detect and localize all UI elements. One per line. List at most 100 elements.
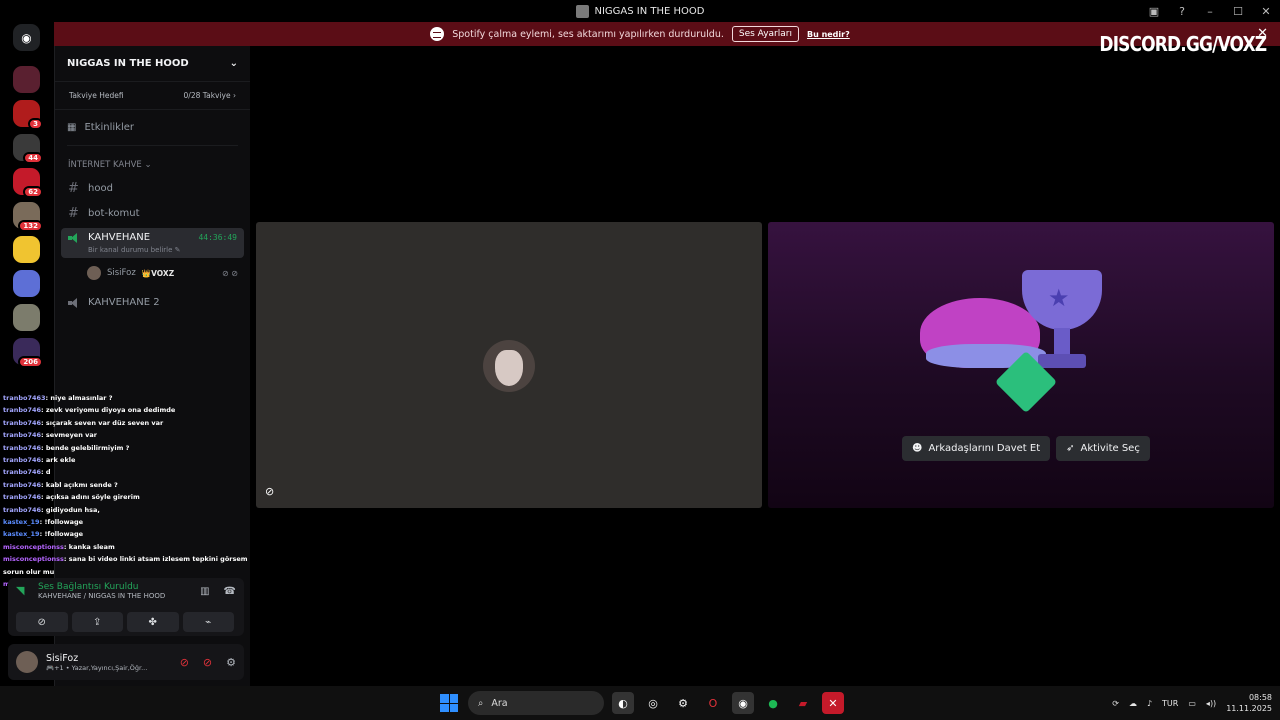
participant-avatar [483, 340, 535, 392]
taskbar-search[interactable]: ⌕ Ara [468, 691, 604, 715]
inbox-icon[interactable]: ▣ [1140, 5, 1168, 18]
member-name: SisiFoz [107, 268, 136, 278]
chat-message: tranbo746: ark ekle [0, 454, 256, 466]
chat-text: : açıksa adını söyle girerim [41, 493, 140, 502]
discord-home-icon[interactable]: ◉ [13, 24, 40, 51]
unread-badge: 62 [23, 186, 43, 198]
voice-status: Ses Bağlantısı Kuruldu [38, 582, 139, 592]
microphone-icon[interactable]: ♪ [1147, 699, 1152, 708]
unread-badge: 206 [18, 356, 43, 368]
chat-text: : kanka sleam [63, 542, 115, 551]
microphone-muted-icon[interactable]: ⊘ [180, 656, 189, 669]
app-icon-red[interactable]: ✕ [822, 692, 844, 714]
close-window-button[interactable]: ✕ [1252, 5, 1280, 18]
events-item[interactable]: ▦ Etkinlikler [67, 110, 238, 146]
server-icon[interactable]: 44 [13, 134, 43, 164]
discord-taskbar-icon[interactable]: ◉ [732, 692, 754, 714]
chat-message: tranbo746: zevk veriyomu diyoya ona dedi… [0, 404, 256, 416]
server-header[interactable]: NIGGAS IN THE HOOD ⌄ [55, 46, 250, 82]
server-icon[interactable] [13, 304, 40, 331]
server-icon[interactable] [13, 270, 40, 297]
calendar-icon: ▦ [67, 122, 77, 133]
voice-channel-kahvehane[interactable]: KAHVEHANE 44:36:49 Bir kanal durumu beli… [61, 228, 244, 258]
cloud-icon[interactable]: ☁ [1129, 699, 1137, 708]
chrome-icon[interactable]: ◎ [642, 692, 664, 714]
category-internet-kahve[interactable]: İNTERNET KAHVE ⌄ [55, 146, 250, 176]
noise-suppression-icon[interactable]: ▥ [200, 586, 209, 597]
chat-text: : !followage [39, 530, 84, 539]
stream-watermark: DISCORD.GG/VOXZ [1099, 32, 1267, 56]
voice-member[interactable]: SisiFoz 👑VOXZ ⊘ ⊘ [55, 260, 250, 286]
voice-location[interactable]: KAHVEHANE / NIGGAS IN THE HOOD [38, 592, 165, 600]
user-status: 🎮+1 • Yazar,Yayıncı,Şair,Öğr... [46, 663, 148, 672]
chat-overlay: tranbo7463: niye almasınlar ? tranbo746: … [0, 392, 256, 591]
chat-message: tranbo746: d [0, 466, 256, 478]
voice-action-buttons: ⊘ ⇪ ✤ ⌁ [16, 612, 234, 632]
server-icon[interactable]: 132 [13, 202, 43, 232]
help-icon[interactable]: ? [1168, 5, 1196, 18]
volume-icon[interactable]: ◂)) [1206, 699, 1216, 708]
chat-text: : kabl açıkmı sende ? [41, 480, 118, 489]
activities-button[interactable]: ✤ [127, 612, 179, 632]
speaker-icon [68, 297, 80, 308]
chat-username: tranbo746 [3, 431, 42, 440]
app-icon-dota[interactable]: ▰ [792, 692, 814, 714]
speaker-icon [68, 232, 80, 243]
maximize-button[interactable]: ☐ [1224, 5, 1252, 18]
chat-username: misconceptionss [3, 555, 64, 564]
taskbar: ⌕ Ara ◐ ◎ ⚙ O ◉ ● ▰ ✕ ⟳ ☁ ♪ TUR ▭ ◂)) 08… [0, 686, 1280, 720]
participant-tile[interactable]: ⊘ [256, 222, 762, 508]
voice-channel-kahvehane-2[interactable]: KAHVEHANE 2 [55, 290, 250, 315]
set-channel-status[interactable]: Bir kanal durumu belirle ✎ [68, 246, 237, 254]
server-icon[interactable] [13, 236, 40, 263]
app-icon-1[interactable]: ◐ [612, 692, 634, 714]
chat-username: misconceptionss [3, 542, 64, 551]
chat-username: tranbo746 [3, 418, 42, 427]
chat-message: tranbo746: sevmeyen var [0, 429, 256, 441]
channel-hood[interactable]: # hood [55, 176, 250, 201]
opera-icon[interactable]: O [702, 692, 724, 714]
what-is-this-link[interactable]: Bu nedir? [807, 30, 850, 39]
soundboard-button[interactable]: ⌁ [182, 612, 234, 632]
steam-icon[interactable]: ⚙ [672, 692, 694, 714]
headphones-deafened-icon[interactable]: ⊘ [203, 656, 212, 669]
choose-activity-button[interactable]: ➶ Aktivite Seç [1056, 436, 1150, 461]
chat-text: : niye almasınlar ? [45, 394, 113, 402]
chat-message: tranbo746: gidiyodun hsa, [0, 504, 256, 516]
chat-username: kastex_19 [3, 518, 40, 527]
display-icon[interactable]: ▭ [1188, 699, 1196, 708]
search-icon: ⌕ [478, 697, 484, 709]
chat-username: tranbo7463 [3, 394, 46, 402]
unread-badge: 132 [18, 220, 43, 232]
camera-button[interactable]: ⊘ [16, 612, 68, 632]
chat-message: misconceptionss: kanka sleam [0, 541, 256, 553]
boost-goal[interactable]: Takviye Hedefi 0/28 Takviye › [55, 88, 250, 110]
server-icon[interactable]: 62 [13, 168, 43, 198]
title-bar: NIGGAS IN THE HOOD ▣ ? – ☐ ✕ [0, 0, 1280, 22]
server-icon[interactable]: 3 [13, 100, 43, 130]
chat-message: tranbo746: bende gelebilirmiyim ? [0, 442, 256, 454]
channel-bot-komut[interactable]: # bot-komut [55, 201, 250, 226]
language-indicator[interactable]: TUR [1162, 699, 1178, 708]
user-panel: SisiFoz 🎮+1 • Yazar,Yayıncı,Şair,Öğr... … [8, 644, 244, 680]
chat-text: : ark ekle [41, 456, 76, 465]
signal-icon[interactable]: ◥ [16, 584, 30, 598]
server-icon[interactable] [13, 66, 40, 93]
spotify-taskbar-icon[interactable]: ● [762, 692, 784, 714]
server-icon[interactable]: 206 [13, 338, 43, 368]
minimize-button[interactable]: – [1196, 5, 1224, 18]
chat-username: tranbo746 [3, 468, 42, 477]
audio-settings-button[interactable]: Ses Ayarları [731, 26, 799, 42]
chat-message: kastex_19: !followage [0, 516, 256, 528]
chat-message: tranbo7463: niye almasınlar ? [0, 392, 256, 404]
screen-share-button[interactable]: ⇪ [71, 612, 123, 632]
avatar[interactable] [16, 651, 38, 673]
chat-username: tranbo746 [3, 456, 42, 465]
hash-icon: # [68, 181, 79, 196]
gear-icon[interactable]: ⚙ [226, 656, 236, 669]
disconnect-icon[interactable]: ☎ [224, 586, 236, 597]
sync-icon[interactable]: ⟳ [1112, 699, 1119, 708]
start-button[interactable] [438, 692, 460, 714]
clock[interactable]: 08:58 11.11.2025 [1226, 692, 1272, 714]
invite-friends-button[interactable]: ☻ Arkadaşlarını Davet Et [902, 436, 1051, 461]
